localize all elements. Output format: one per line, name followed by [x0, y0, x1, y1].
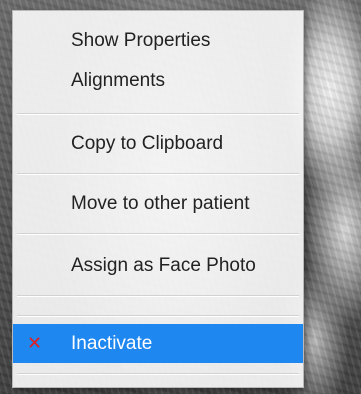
- menu-item-alignments[interactable]: Alignments: [13, 65, 303, 95]
- menu-separator: [17, 113, 299, 115]
- menu-item-label: Inactivate: [71, 333, 153, 354]
- menu-item-label: Alignments: [71, 69, 165, 91]
- menu-separator: [17, 295, 299, 297]
- context-menu: Show Properties Alignments Copy to Clipb…: [12, 10, 304, 388]
- menu-item-move-to-other-patient[interactable]: Move to other patient: [13, 187, 303, 219]
- menu-item-copy-to-clipboard[interactable]: Copy to Clipboard: [13, 127, 303, 159]
- menu-item-label: Show Properties: [71, 29, 211, 51]
- close-icon: ✕: [27, 332, 43, 354]
- menu-separator: [17, 315, 299, 317]
- menu-item-inactivate[interactable]: ✕ Inactivate: [13, 324, 303, 363]
- menu-separator: [17, 373, 299, 375]
- menu-item-show-properties[interactable]: Show Properties: [13, 25, 303, 55]
- menu-item-label: Copy to Clipboard: [71, 132, 224, 154]
- menu-item-assign-as-face-photo[interactable]: Assign as Face Photo: [13, 249, 303, 281]
- menu-separator: [17, 233, 299, 235]
- menu-separator: [17, 173, 299, 175]
- menu-item-label: Move to other patient: [71, 192, 250, 214]
- menu-item-label: Assign as Face Photo: [71, 254, 256, 276]
